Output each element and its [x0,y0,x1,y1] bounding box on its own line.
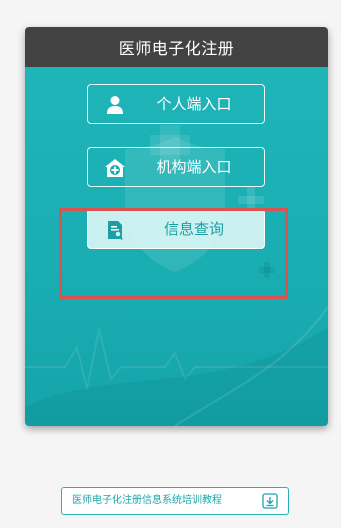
download-icon [262,493,278,509]
institution-entry-label: 机构端入口 [156,158,232,176]
personal-entry-label: 个人端入口 [156,95,232,113]
training-tutorial-link[interactable]: 医师电子化注册信息系统培训教程 [61,487,289,515]
personal-entry-button[interactable]: 个人端入口 [87,84,265,124]
hospital-icon [105,159,125,177]
training-tutorial-label: 医师电子化注册信息系统培训教程 [72,495,222,506]
institution-entry-button[interactable]: 机构端入口 [87,147,265,187]
highlight-annotation-box [59,208,288,299]
page: 医师电子化注册 个人端入口 机构端入口 信息查询 医师电子化注册信息系统培训教程 [0,0,341,528]
user-icon [107,96,123,114]
card-title: 医师电子化注册 [25,27,328,67]
